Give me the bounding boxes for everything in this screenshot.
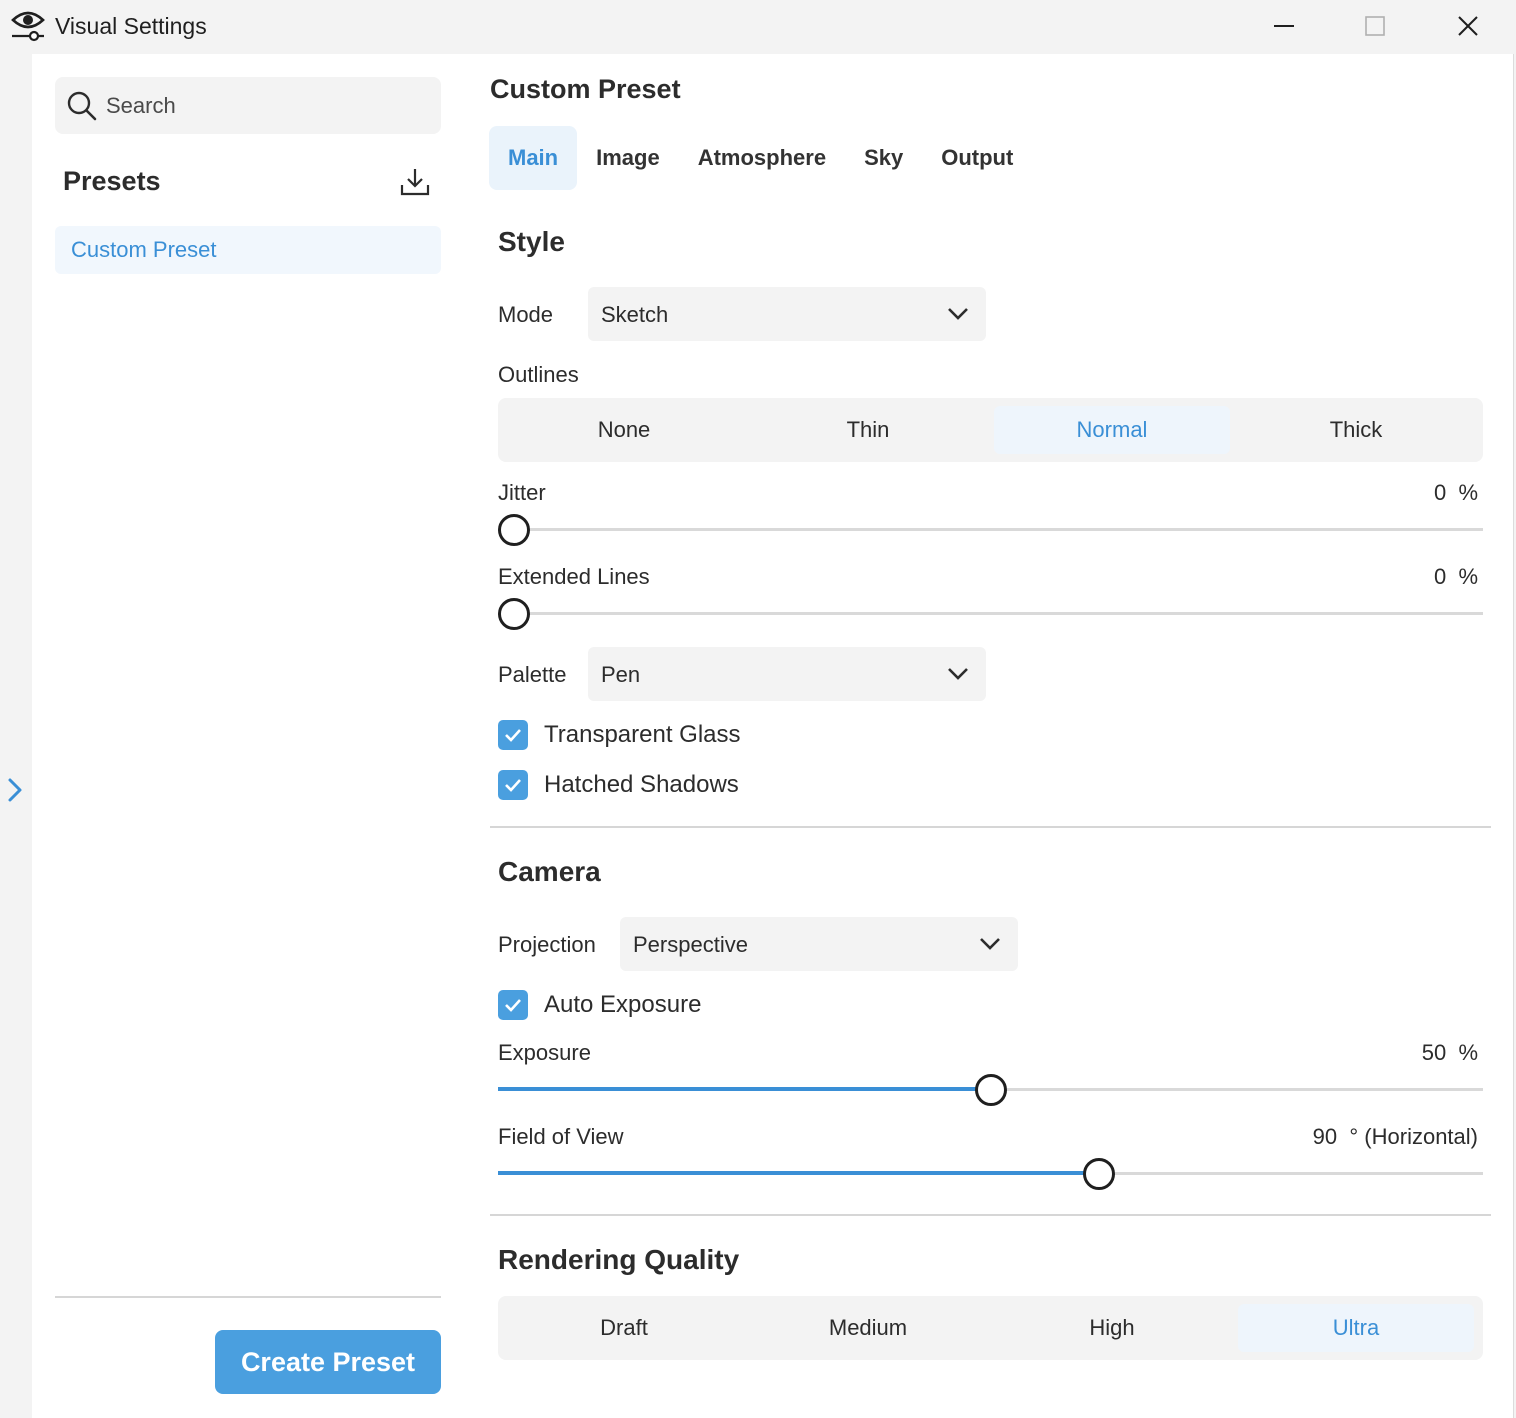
presets-heading: Presets bbox=[63, 166, 161, 196]
chevron-down-icon bbox=[980, 938, 1000, 950]
slider-thumb[interactable] bbox=[498, 598, 530, 630]
outlines-segmented-control: None Thin Normal Thick bbox=[498, 398, 1483, 462]
maximize-icon bbox=[1365, 16, 1385, 36]
quality-option-medium[interactable]: Medium bbox=[750, 1304, 986, 1352]
tab-sky[interactable]: Sky bbox=[845, 126, 922, 190]
projection-value: Perspective bbox=[633, 932, 748, 957]
exposure-label: Exposure bbox=[498, 1040, 591, 1065]
tab-atmosphere[interactable]: Atmosphere bbox=[679, 126, 845, 190]
outlines-option-thin[interactable]: Thin bbox=[750, 406, 986, 454]
jitter-label: Jitter bbox=[498, 480, 546, 505]
jitter-value: 0 % bbox=[1433, 480, 1478, 505]
download-icon[interactable] bbox=[399, 166, 431, 198]
jitter-slider[interactable] bbox=[498, 514, 1483, 546]
slider-fill bbox=[498, 1087, 991, 1091]
mode-dropdown[interactable]: Sketch bbox=[588, 287, 986, 341]
field-of-view-value: 90 ° (Horizontal) bbox=[1312, 1124, 1478, 1149]
minimize-button[interactable] bbox=[1238, 0, 1330, 52]
camera-section-title: Camera bbox=[498, 856, 601, 887]
check-icon bbox=[505, 779, 521, 792]
page-title: Custom Preset bbox=[490, 74, 681, 104]
check-icon bbox=[505, 999, 521, 1012]
maximize-button[interactable] bbox=[1329, 0, 1421, 52]
extended-lines-slider[interactable] bbox=[498, 598, 1483, 630]
preset-item-label: Custom Preset bbox=[71, 237, 217, 262]
settings-window: Search Presets Custom Preset Create Pres… bbox=[32, 54, 1514, 1418]
auto-exposure-checkbox[interactable] bbox=[498, 990, 528, 1020]
quality-option-high[interactable]: High bbox=[994, 1304, 1230, 1352]
sidebar-divider bbox=[55, 1296, 441, 1298]
title-bar: Visual Settings bbox=[0, 0, 1516, 54]
palette-dropdown[interactable]: Pen bbox=[588, 647, 986, 701]
collapsed-panel-strip bbox=[0, 54, 32, 1418]
chevron-down-icon bbox=[948, 308, 968, 320]
close-button[interactable] bbox=[1422, 0, 1514, 52]
extended-lines-label: Extended Lines bbox=[498, 564, 650, 589]
window-title: Visual Settings bbox=[55, 13, 207, 39]
slider-thumb[interactable] bbox=[1082, 1158, 1115, 1190]
outlines-option-none[interactable]: None bbox=[506, 406, 742, 454]
slider-track bbox=[498, 612, 1483, 615]
eye-settings-icon bbox=[11, 11, 45, 42]
projection-dropdown[interactable]: Perspective bbox=[620, 917, 1018, 971]
quality-option-ultra[interactable]: Ultra bbox=[1238, 1304, 1474, 1352]
extended-lines-value: 0 % bbox=[1433, 564, 1478, 589]
create-preset-button[interactable]: Create Preset bbox=[215, 1330, 441, 1394]
style-section-title: Style bbox=[498, 226, 565, 257]
search-placeholder: Search bbox=[106, 93, 176, 118]
search-icon bbox=[67, 91, 97, 121]
close-icon bbox=[1458, 16, 1478, 36]
hatched-shadows-checkbox[interactable] bbox=[498, 770, 528, 800]
auto-exposure-label: Auto Exposure bbox=[544, 991, 702, 1018]
preset-item-custom[interactable]: Custom Preset bbox=[55, 226, 441, 274]
outlines-option-normal[interactable]: Normal bbox=[994, 406, 1230, 454]
mode-label: Mode bbox=[498, 302, 554, 327]
outlines-option-thick[interactable]: Thick bbox=[1238, 406, 1474, 454]
section-divider bbox=[490, 1214, 1491, 1216]
quality-option-draft[interactable]: Draft bbox=[506, 1304, 742, 1352]
tab-main[interactable]: Main bbox=[489, 126, 578, 190]
rendering-quality-title: Rendering Quality bbox=[498, 1244, 740, 1275]
slider-thumb[interactable] bbox=[498, 514, 530, 546]
rendering-quality-segmented-control: Draft Medium High Ultra bbox=[498, 1296, 1483, 1360]
mode-value: Sketch bbox=[601, 302, 669, 327]
chevron-down-icon bbox=[948, 668, 968, 680]
transparent-glass-checkbox[interactable] bbox=[498, 720, 528, 750]
chevron-right-icon[interactable] bbox=[6, 776, 24, 804]
palette-value: Pen bbox=[601, 662, 641, 687]
slider-thumb[interactable] bbox=[974, 1074, 1007, 1106]
hatched-shadows-label: Hatched Shadows bbox=[544, 771, 739, 798]
minimize-icon bbox=[1274, 25, 1294, 27]
section-divider bbox=[490, 826, 1491, 828]
exposure-value: 50 % bbox=[1421, 1040, 1478, 1065]
tab-bar: Main Image Atmosphere Sky Output bbox=[489, 126, 1032, 190]
tab-output[interactable]: Output bbox=[922, 126, 1032, 190]
palette-label: Palette bbox=[498, 662, 567, 687]
field-of-view-label: Field of View bbox=[498, 1124, 624, 1149]
slider-fill bbox=[498, 1171, 1099, 1175]
check-icon bbox=[505, 729, 521, 742]
search-input[interactable]: Search bbox=[55, 77, 441, 134]
slider-track bbox=[498, 528, 1483, 531]
field-of-view-slider[interactable] bbox=[498, 1158, 1483, 1190]
tab-image[interactable]: Image bbox=[577, 126, 679, 190]
projection-label: Projection bbox=[498, 932, 596, 957]
outlines-label: Outlines bbox=[498, 362, 579, 387]
exposure-slider[interactable] bbox=[498, 1074, 1483, 1106]
transparent-glass-label: Transparent Glass bbox=[544, 721, 741, 748]
